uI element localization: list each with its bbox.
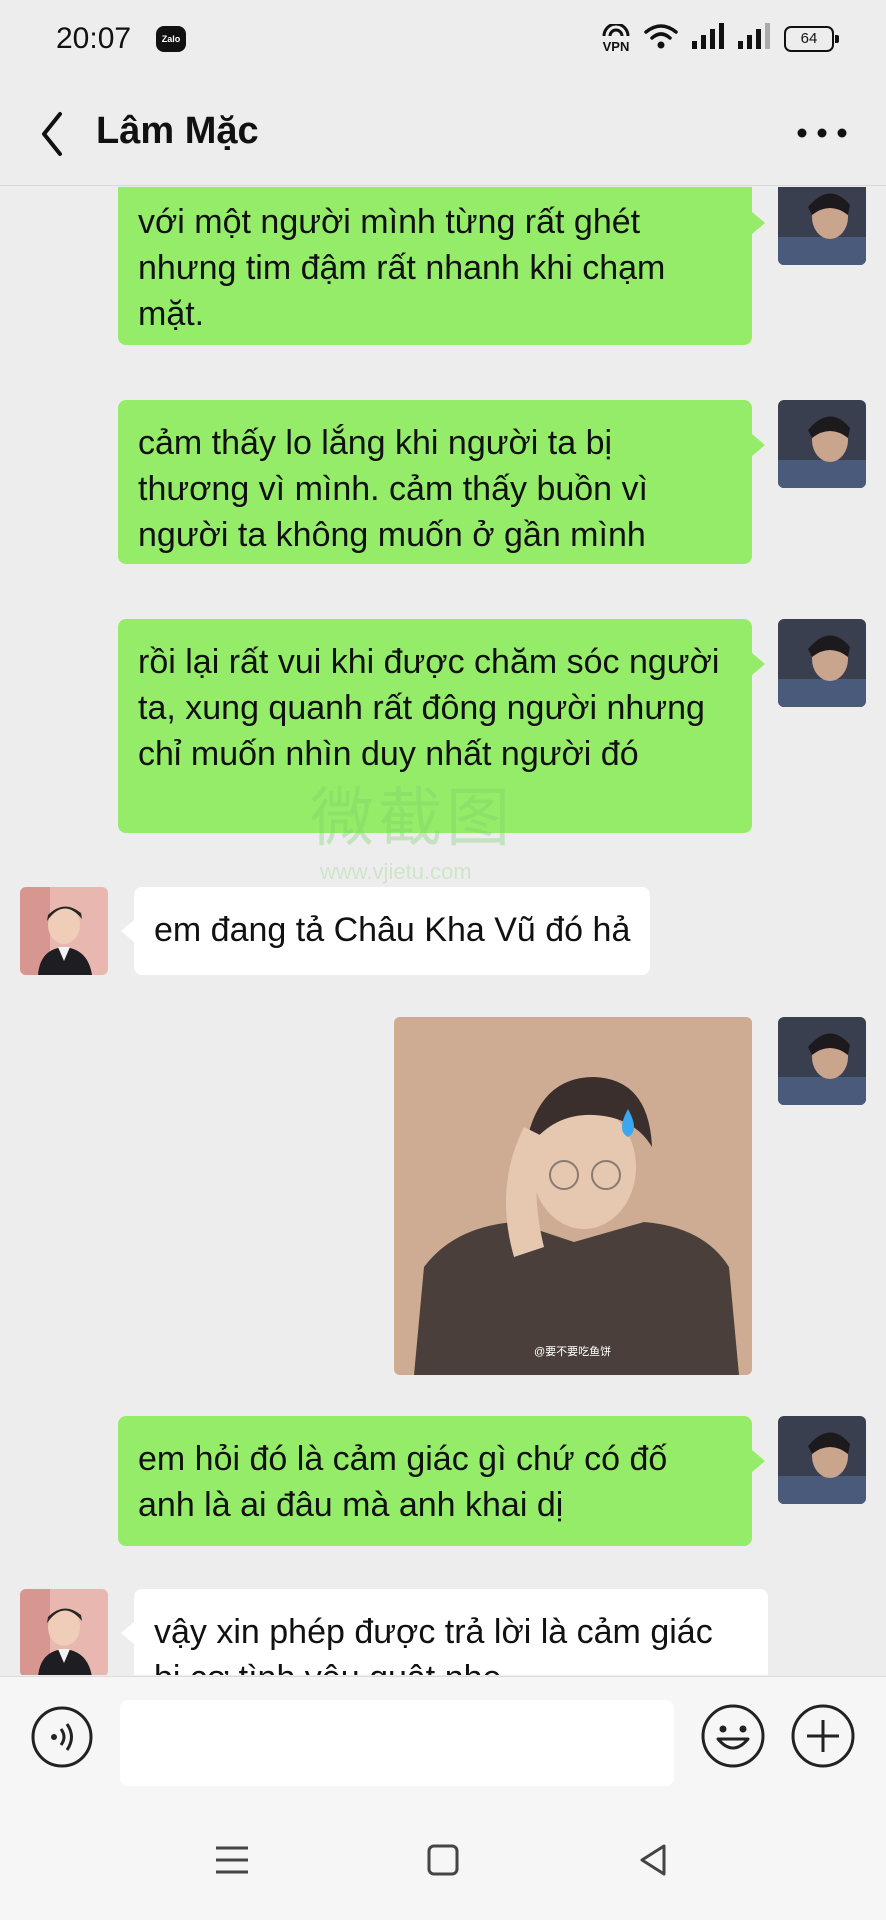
bubble-tail [752,653,765,675]
chat-header: Lâm Mặc [0,80,886,186]
message-bubble[interactable]: em đang tả Châu Kha Vũ đó hả [134,887,651,975]
input-bar [0,1676,886,1800]
my-avatar[interactable] [778,619,866,707]
triangle-back-icon [640,1844,666,1876]
status-icons: VPN 64 [602,22,839,55]
contact-name: Lâm Mặc [96,110,259,152]
home-button[interactable] [423,1840,463,1880]
my-avatar[interactable] [778,400,866,488]
message-bubble[interactable]: với một người mình từng rất ghét nhưng t… [118,187,752,345]
recents-button[interactable] [212,1840,252,1880]
battery-icon: 64 [784,25,839,52]
my-avatar[interactable] [778,1416,866,1504]
voice-button[interactable] [30,1705,94,1769]
sticker-image[interactable]: @要不要吃鱼饼 [394,1017,752,1375]
chevron-left-icon [42,112,62,156]
signal-icon-1 [692,23,724,54]
back-button[interactable] [30,104,90,164]
message-bubble[interactable]: rồi lại rất vui khi được chăm sóc người … [118,619,752,833]
menu-lines-icon [216,1846,248,1874]
zalo-notification-icon: Zalo [156,26,186,52]
contact-avatar[interactable] [20,887,108,975]
contact-avatar[interactable] [20,1589,108,1675]
plus-icon [791,1704,855,1768]
signal-icon-2 [738,23,770,54]
more-dots-icon [797,128,847,138]
emoji-button[interactable] [700,1703,766,1769]
message-text: cảm thấy lo lắng khi người ta bị thương … [138,424,648,554]
voice-icon [31,1706,93,1768]
square-home-icon [427,1844,459,1876]
system-nav-bar [0,1800,886,1920]
message-input[interactable] [120,1700,674,1786]
more-actions-button[interactable] [790,1703,856,1769]
bubble-tail [121,1622,134,1644]
more-options-button[interactable] [792,108,852,158]
my-avatar[interactable] [778,1017,866,1105]
message-text: em đang tả Châu Kha Vũ đó hả [154,911,631,949]
status-time: 20:07 [56,22,132,55]
system-back-button[interactable] [634,1840,674,1880]
status-bar: 20:07 Zalo VPN 64 [0,0,886,80]
sticker-caption: @要不要吃鱼饼 [534,1346,612,1358]
message-bubble[interactable]: em hỏi đó là cảm giác gì chứ có đố anh l… [118,1416,752,1546]
message-text: em hỏi đó là cảm giác gì chứ có đố anh l… [138,1440,668,1524]
message-text: với một người mình từng rất ghét nhưng t… [138,203,666,333]
my-avatar[interactable] [778,187,866,265]
watermark-url: www.vjietu.com [320,859,472,884]
bubble-tail [752,434,765,456]
message-bubble[interactable]: vậy xin phép được trả lời là cảm giác bị… [134,1589,768,1675]
bubble-tail [121,920,134,942]
wifi-icon [644,22,678,55]
message-list[interactable]: với một người mình từng rất ghét nhưng t… [0,187,886,1675]
message-text: rồi lại rất vui khi được chăm sóc người … [138,643,720,773]
message-text: vậy xin phép được trả lời là cảm giác bị… [154,1613,713,1675]
message-bubble[interactable]: cảm thấy lo lắng khi người ta bị thương … [118,400,752,564]
bubble-tail [752,212,765,234]
bubble-tail [752,1450,765,1472]
smiley-icon [701,1704,765,1768]
vpn-icon: VPN [602,22,630,53]
